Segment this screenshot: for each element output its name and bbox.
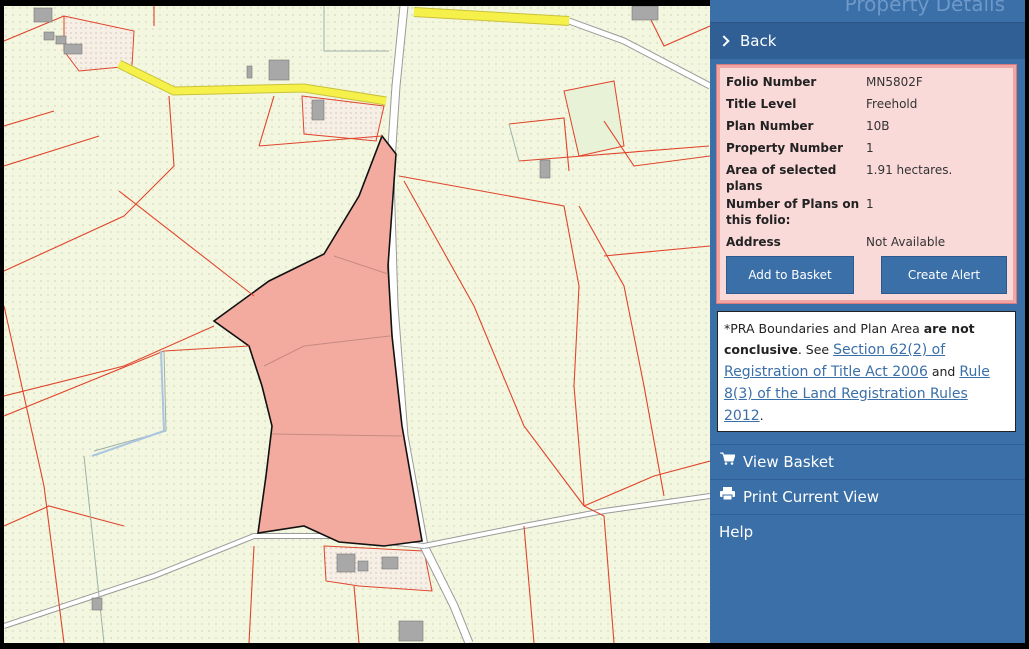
map-canvas[interactable] bbox=[4, 6, 710, 643]
detail-value: 10B bbox=[866, 119, 890, 133]
detail-value: 1.91 hectares. bbox=[866, 163, 953, 177]
detail-row: Title Level Freehold bbox=[726, 94, 952, 116]
menu-label: View Basket bbox=[743, 453, 834, 471]
add-to-basket-button[interactable]: Add to Basket bbox=[726, 256, 854, 294]
detail-value: Not Available bbox=[866, 235, 946, 249]
panel-title: Property Details bbox=[844, 0, 1005, 16]
create-alert-button[interactable]: Create Alert bbox=[881, 256, 1007, 294]
detail-row: Area of selected plans 1.91 hectares. bbox=[726, 160, 952, 194]
print-current-view-menu-item[interactable]: Print Current View bbox=[710, 480, 1025, 515]
map-view[interactable] bbox=[4, 6, 710, 643]
detail-row: Folio Number MN5802F bbox=[726, 72, 952, 94]
app-frame: Property Details Back Folio Number MN580… bbox=[0, 0, 1029, 649]
notice-prefix: *PRA Boundaries and Plan Area bbox=[724, 321, 924, 336]
detail-row: Property Number 1 bbox=[726, 138, 952, 160]
cart-icon bbox=[719, 445, 736, 479]
menu-label: Print Current View bbox=[743, 488, 879, 506]
details-table: Folio Number MN5802F Title Level Freehol… bbox=[726, 72, 952, 254]
detail-label: Property Number bbox=[726, 141, 844, 155]
notice-and: and bbox=[927, 364, 960, 379]
detail-value: 1 bbox=[866, 141, 874, 155]
menu-label: Help bbox=[719, 523, 754, 541]
details-actions: Add to Basket Create Alert bbox=[726, 256, 1007, 294]
detail-label: Number of Plans on this folio: bbox=[726, 197, 860, 227]
menu-icon[interactable] bbox=[718, 0, 736, 10]
detail-label: Address bbox=[726, 235, 781, 249]
disclaimer-notice: *PRA Boundaries and Plan Area are not co… bbox=[717, 311, 1016, 432]
detail-row: Number of Plans on this folio: 1 bbox=[726, 194, 952, 232]
notice-see: . See bbox=[797, 342, 834, 357]
detail-value: Freehold bbox=[866, 97, 918, 111]
detail-value: 1 bbox=[866, 197, 874, 211]
panel-header: Property Details bbox=[710, 0, 1025, 22]
printer-icon bbox=[719, 480, 735, 514]
back-button[interactable]: Back bbox=[710, 22, 1025, 59]
folio-details-box: Folio Number MN5802F Title Level Freehol… bbox=[716, 64, 1017, 304]
chevron-right-icon bbox=[718, 35, 730, 47]
help-menu-item[interactable]: Help bbox=[710, 515, 1025, 549]
detail-row: Address Not Available bbox=[726, 232, 952, 254]
view-basket-menu-item[interactable]: View Basket bbox=[710, 444, 1025, 480]
detail-label: Plan Number bbox=[726, 119, 814, 133]
detail-row: Plan Number 10B bbox=[726, 116, 952, 138]
back-label: Back bbox=[740, 32, 777, 50]
property-details-panel: Property Details Back Folio Number MN580… bbox=[710, 0, 1025, 643]
notice-end: . bbox=[759, 408, 764, 423]
detail-label: Folio Number bbox=[726, 75, 817, 89]
detail-value: MN5802F bbox=[866, 75, 923, 89]
detail-label: Area of selected plans bbox=[726, 163, 837, 193]
detail-label: Title Level bbox=[726, 97, 797, 111]
